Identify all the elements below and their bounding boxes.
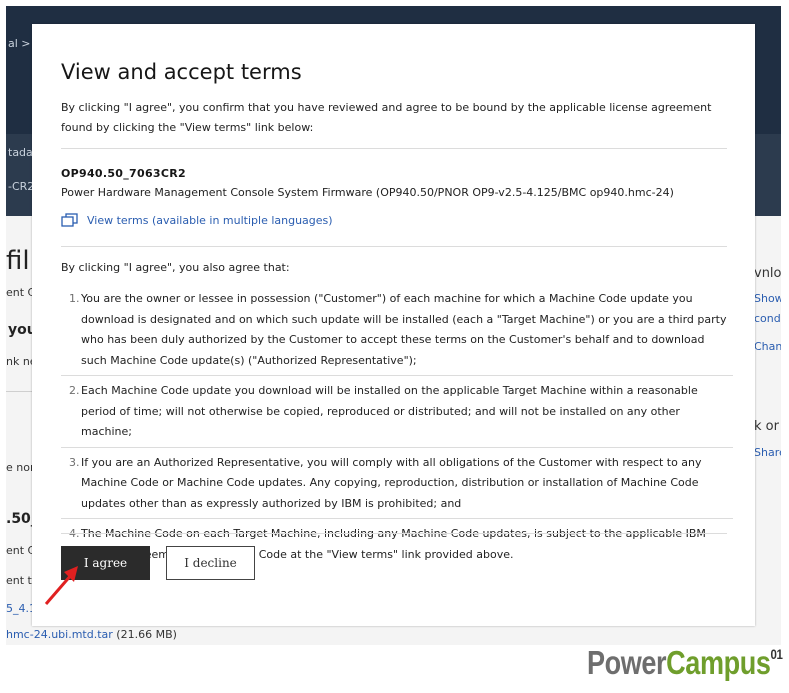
background-right-share[interactable]: Share <box>754 446 781 459</box>
decline-button[interactable]: I decline <box>166 546 255 580</box>
background-right-download: vnlo <box>754 266 781 281</box>
screenshot-stage: al > tadat -CR2 fil ent C you nk ne e no… <box>0 0 789 693</box>
background-right-ck: k or <box>754 419 779 434</box>
background-right-chan[interactable]: Chan <box>754 340 781 353</box>
view-terms-label: View terms (available in multiple langua… <box>87 213 333 227</box>
modal-title: View and accept terms <box>61 60 302 84</box>
modal-intro: By clicking "I agree", you confirm that … <box>61 101 712 134</box>
terms-list: 1. You are the owner or lessee in possess… <box>61 289 733 574</box>
background-right-show[interactable]: Show <box>754 292 781 305</box>
background-breadcrumb[interactable]: al > <box>8 37 31 50</box>
divider-bottom <box>61 533 727 534</box>
terms-item: 4.The Machine Code on each Target Machin… <box>69 527 706 561</box>
copy-link-icon <box>61 213 78 227</box>
firmware-id: OP940.50_7063CR2 <box>61 167 186 180</box>
terms-item: 3. If you are an Authorized Representativ… <box>61 453 733 519</box>
background-version: -CR2 <box>8 180 35 193</box>
firmware-description: Power Hardware Management Console System… <box>61 186 674 199</box>
terms-modal: View and accept terms By clicking "I agr… <box>32 24 755 626</box>
background-right-cond[interactable]: condi <box>754 312 781 325</box>
background-ent: ent C <box>6 544 36 557</box>
red-arrow-icon <box>44 566 78 605</box>
divider-middle <box>61 246 727 247</box>
background-heading: fil <box>6 246 30 276</box>
terms-item: 1. You are the owner or lessee in possess… <box>61 289 733 376</box>
also-agree-text: By clicking "I agree", you also agree th… <box>61 261 290 274</box>
view-terms-link[interactable]: View terms (available in multiple langua… <box>61 213 333 227</box>
divider-top <box>61 148 727 149</box>
powercampus-logo: PowerCampus01 <box>587 644 783 681</box>
terms-item: 2. Each Machine Code update you download … <box>61 381 733 448</box>
background-file[interactable]: hmc-24.ubi.mtd.tar (21.66 MB) <box>6 628 177 641</box>
background-sub: ent C <box>6 286 36 299</box>
